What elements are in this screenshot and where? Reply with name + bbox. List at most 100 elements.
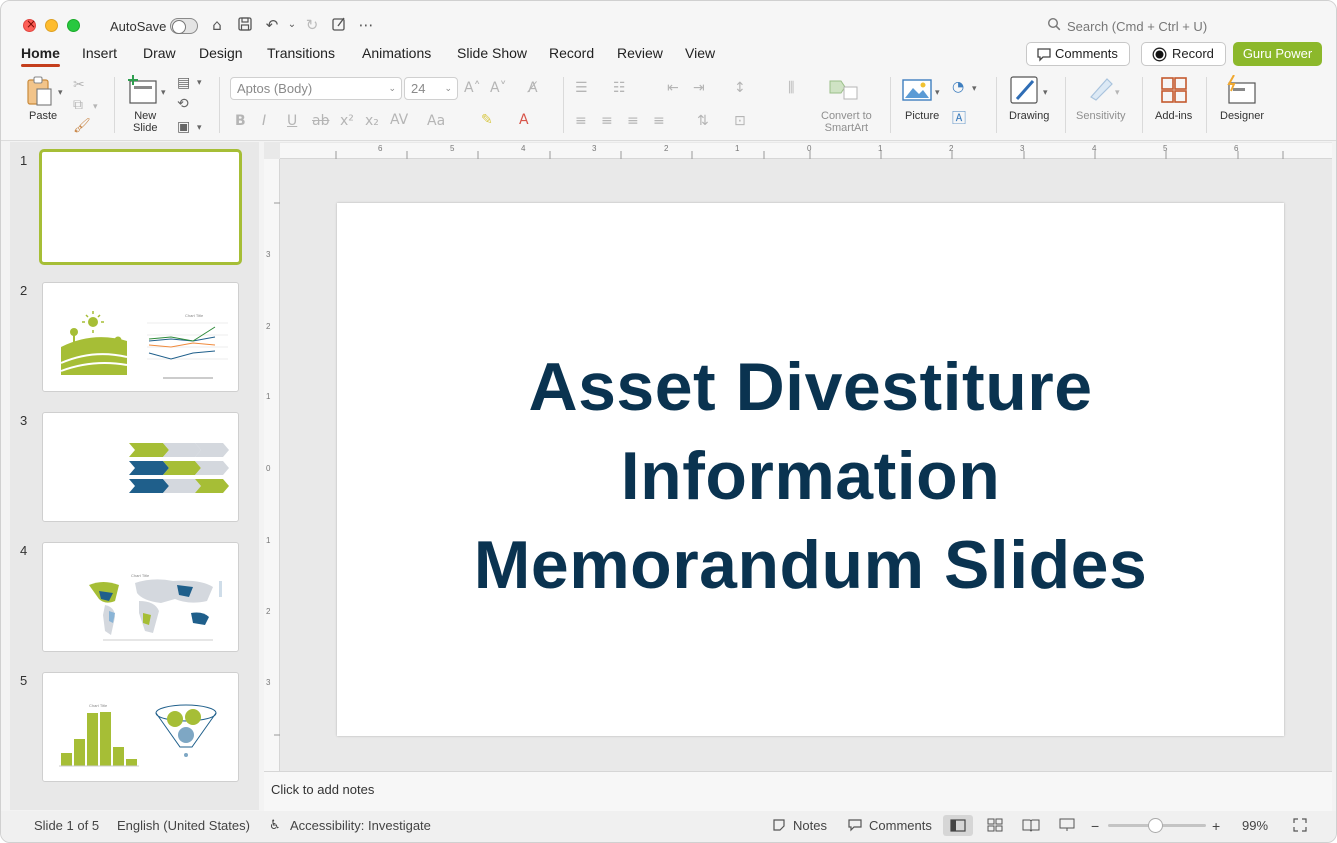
zoom-level[interactable]: 99%	[1242, 818, 1268, 833]
change-case-icon[interactable]: Aa	[427, 113, 445, 129]
align-right-icon[interactable]: ≡	[627, 113, 639, 129]
font-size-select[interactable]: 24 ⌄	[404, 77, 458, 100]
justify-icon[interactable]: ≡	[653, 113, 665, 129]
copy-dropdown-icon[interactable]: ▾	[93, 99, 98, 115]
comments-status-button[interactable]: Comments	[869, 818, 932, 833]
record-button[interactable]: Record	[1141, 42, 1226, 66]
close-window-button[interactable]	[23, 17, 36, 32]
font-color-icon[interactable]: A	[519, 112, 529, 128]
drawing-icon[interactable]	[1009, 75, 1041, 111]
picture-dropdown-icon[interactable]: ▾	[935, 85, 940, 101]
line-spacing-icon[interactable]: ↕	[734, 80, 746, 96]
drawing-dropdown-icon[interactable]: ▾	[1043, 85, 1048, 101]
tab-slide-show[interactable]: Slide Show	[457, 45, 527, 61]
section-icon[interactable]: ▣	[177, 119, 190, 135]
columns-icon[interactable]: ⫼	[788, 80, 794, 96]
notes-placeholder[interactable]: Click to add notes	[271, 782, 374, 797]
increase-indent-icon[interactable]: ⇥	[693, 80, 705, 96]
strikethrough-icon[interactable]: ab	[312, 113, 329, 129]
slide-sorter-icon[interactable]	[987, 818, 1003, 835]
save-icon[interactable]	[236, 16, 254, 34]
tab-draw[interactable]: Draw	[143, 45, 176, 61]
shapes-icon[interactable]: ◔	[952, 79, 964, 95]
layout-icon[interactable]: ▤	[177, 75, 190, 91]
guru-power-button[interactable]: Guru Power	[1233, 42, 1322, 66]
decrease-indent-icon[interactable]: ⇤	[667, 80, 679, 96]
designer-icon[interactable]	[1225, 74, 1257, 109]
home-icon[interactable]: ⌂	[208, 16, 226, 34]
new-slide-icon[interactable]	[127, 75, 159, 109]
customize-toolbar-icon[interactable]	[330, 16, 348, 34]
comments-status-icon[interactable]	[847, 818, 863, 835]
tab-animations[interactable]: Animations	[362, 45, 431, 61]
bullets-icon[interactable]: ☰	[575, 80, 588, 96]
reading-view-icon[interactable]	[1022, 818, 1040, 835]
subscript-icon[interactable]: x₂	[365, 113, 379, 129]
redo-icon[interactable]: ↻	[303, 16, 321, 34]
numbering-icon[interactable]: ☷	[613, 80, 626, 96]
section-dropdown-icon[interactable]: ▾	[197, 120, 202, 136]
underline-icon[interactable]: U	[287, 113, 297, 129]
highlight-icon[interactable]: ✎	[481, 112, 493, 128]
smartart-icon[interactable]	[829, 77, 859, 105]
align-left-icon[interactable]: ≡	[575, 113, 587, 129]
notes-pane[interactable]: Click to add notes	[264, 771, 1332, 811]
zoom-out-icon[interactable]: −	[1091, 818, 1099, 834]
slide-thumbnail-5[interactable]: Chart Title	[42, 672, 239, 782]
slide-thumbnail-3[interactable]	[42, 412, 239, 522]
cut-icon[interactable]: ✂	[73, 77, 85, 93]
tab-view[interactable]: View	[685, 45, 715, 61]
slide-thumbnail-pane[interactable]: 1 2 Chart Title 3 4 Chart Title 5 Chart …	[10, 142, 259, 810]
slide-thumbnail-1[interactable]	[39, 149, 242, 265]
align-text-icon[interactable]: ⊡	[734, 113, 746, 129]
slide-show-icon[interactable]	[1059, 818, 1075, 835]
bold-icon[interactable]: B	[235, 113, 246, 129]
sensitivity-icon[interactable]	[1087, 75, 1115, 107]
add-ins-icon[interactable]	[1160, 76, 1188, 108]
more-options-icon[interactable]: ⋯	[357, 16, 375, 34]
zoom-window-button[interactable]	[67, 19, 80, 32]
zoom-slider-handle[interactable]	[1148, 818, 1163, 833]
picture-icon[interactable]	[902, 78, 932, 106]
reset-slide-icon[interactable]: ⟲	[177, 96, 189, 112]
paste-dropdown-icon[interactable]: ▾	[58, 85, 63, 101]
align-center-icon[interactable]: ≡	[601, 113, 613, 129]
normal-view-button[interactable]	[943, 815, 973, 836]
sensitivity-dropdown-icon[interactable]: ▾	[1115, 85, 1120, 101]
accessibility-status[interactable]: Accessibility: Investigate	[290, 818, 431, 833]
comments-button[interactable]: Comments	[1026, 42, 1130, 66]
character-spacing-icon[interactable]: AV	[390, 112, 408, 128]
layout-dropdown-icon[interactable]: ▾	[197, 75, 202, 91]
vertical-ruler[interactable]: 3 2 1 0 1 2 3	[264, 159, 280, 771]
tab-home[interactable]: Home	[21, 45, 60, 67]
tab-review[interactable]: Review	[617, 45, 663, 61]
notes-button[interactable]: Notes	[793, 818, 827, 833]
horizontal-ruler[interactable]: 6 5 4 3 2 1 0 1 2 3 4 5 6	[280, 143, 1332, 159]
superscript-icon[interactable]: x²	[340, 113, 354, 129]
slide-thumbnail-2[interactable]: Chart Title	[42, 282, 239, 392]
current-slide[interactable]: Asset Divestiture Information Memorandum…	[337, 203, 1284, 736]
format-painter-icon[interactable]: 🖌︎	[73, 118, 91, 134]
text-direction-icon[interactable]: ⇅	[697, 113, 709, 129]
notes-icon[interactable]	[772, 818, 786, 835]
language-indicator[interactable]: English (United States)	[117, 818, 250, 833]
slide-thumbnail-4[interactable]: Chart Title	[42, 542, 239, 652]
accessibility-icon[interactable]: ♿︎	[269, 818, 281, 833]
search-input[interactable]: Search (Cmd + Ctrl + U)	[1067, 19, 1207, 34]
slide-title[interactable]: Asset Divestiture Information Memorandum…	[337, 343, 1284, 610]
italic-icon[interactable]: I	[262, 113, 266, 129]
text-box-icon[interactable]: 🄰	[952, 111, 966, 127]
fit-to-window-icon[interactable]	[1293, 818, 1307, 835]
clear-formatting-icon[interactable]: A̸	[528, 80, 538, 96]
tab-insert[interactable]: Insert	[82, 45, 117, 61]
undo-dropdown-icon[interactable]: ⌄	[283, 16, 301, 34]
new-slide-dropdown-icon[interactable]: ▾	[161, 85, 166, 101]
autosave-toggle[interactable]	[170, 18, 198, 34]
copy-icon[interactable]: ⧉	[73, 97, 83, 113]
increase-font-size-icon[interactable]: A˄	[464, 80, 481, 96]
paste-icon[interactable]	[25, 75, 55, 111]
tab-transitions[interactable]: Transitions	[267, 45, 335, 61]
minimize-window-button[interactable]	[45, 19, 58, 32]
undo-icon[interactable]: ↶	[263, 16, 281, 34]
decrease-font-size-icon[interactable]: A˅	[490, 80, 507, 96]
